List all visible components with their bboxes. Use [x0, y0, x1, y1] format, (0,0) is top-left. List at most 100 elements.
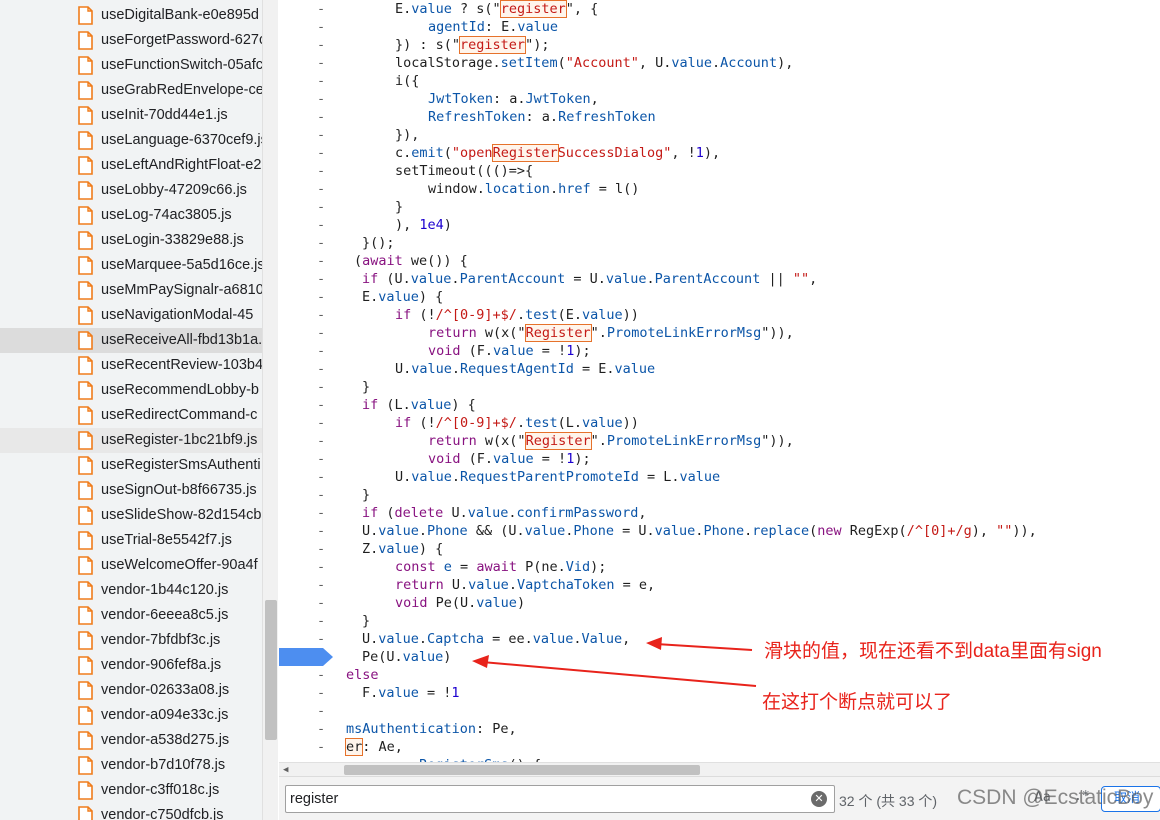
code-line[interactable]: }) : s("register"); [279, 36, 1160, 54]
file-item[interactable]: vendor-a094e33c.js [0, 703, 262, 728]
file-item[interactable]: useLanguage-6370cef9.js [0, 128, 262, 153]
file-tree-scrollbar-thumb[interactable] [265, 600, 277, 740]
file-item[interactable]: vendor-a538d275.js [0, 728, 262, 753]
file-item[interactable]: useMmPaySignalr-a6810 [0, 278, 262, 303]
code-line[interactable]: U.value.RequestParentPromoteId = L.value [279, 468, 1160, 486]
code-line[interactable]: er: Ae, [279, 738, 1160, 756]
code-line[interactable]: U.value.Captcha = ee.value.Value, [279, 630, 1160, 648]
file-icon [78, 231, 93, 250]
code-token: "" [792, 271, 810, 287]
file-item[interactable]: useRecentReview-103b4 [0, 353, 262, 378]
file-item[interactable]: vendor-6eeea8c5.js [0, 603, 262, 628]
file-item[interactable]: useSlideShow-82d154cb [0, 503, 262, 528]
code-line[interactable]: F.value = !1 [279, 684, 1160, 702]
code-line[interactable]: agentId: E.value [279, 18, 1160, 36]
code-line[interactable]: } [279, 486, 1160, 504]
code-token: value [679, 469, 721, 485]
code-line[interactable]: RefreshToken: a.RefreshToken [279, 108, 1160, 126]
code-line[interactable]: U.value.Phone && (U.value.Phone = U.valu… [279, 522, 1160, 540]
file-item[interactable]: useRedirectCommand-c [0, 403, 262, 428]
file-item[interactable]: useLeftAndRightFloat-e2 [0, 153, 262, 178]
code-line[interactable]: setTimeout((()=>{ [279, 162, 1160, 180]
file-tree-scrollbar[interactable] [262, 0, 278, 820]
file-item[interactable]: useRegisterSmsAuthenti [0, 453, 262, 478]
file-name: useLogin-33829e88.js [101, 232, 244, 248]
code-content[interactable]: E.value ? s("register", {agentId: E.valu… [279, 0, 1160, 762]
code-line[interactable]: return w(x("Register".PromoteLinkErrorMs… [279, 432, 1160, 450]
code-line[interactable]: } [279, 612, 1160, 630]
file-item[interactable]: vendor-c750dfcb.js [0, 803, 262, 820]
clear-search-icon[interactable]: ✕ [811, 791, 827, 807]
file-item[interactable]: useLogin-33829e88.js [0, 228, 262, 253]
code-line[interactable]: localStorage.setItem("Account", U.value.… [279, 54, 1160, 72]
code-line[interactable]: Z.value) { [279, 540, 1160, 558]
code-editor[interactable]: ----------------------------------------… [279, 0, 1160, 762]
file-item[interactable]: vendor-02633a08.js [0, 678, 262, 703]
file-item[interactable]: vendor-7bfdbf3c.js [0, 628, 262, 653]
code-line[interactable]: void (F.value = !1); [279, 450, 1160, 468]
horizontal-scrollbar-thumb[interactable] [344, 765, 700, 775]
search-input[interactable]: register [285, 785, 835, 813]
code-line[interactable]: if (!/^[0-9]+$/.test(L.value)) [279, 414, 1160, 432]
code-line[interactable]: return w(x("Register".PromoteLinkErrorMs… [279, 324, 1160, 342]
code-line[interactable]: }(); [279, 234, 1160, 252]
file-item[interactable]: vendor-b7d10f78.js [0, 753, 262, 778]
file-item[interactable]: useLobby-47209c66.js [0, 178, 262, 203]
code-token: : a. [493, 91, 526, 107]
code-line[interactable]: }), [279, 126, 1160, 144]
horizontal-scrollbar[interactable]: ◀ [279, 762, 1160, 776]
code-token: Vid [565, 559, 591, 575]
file-item[interactable]: useWelcomeOffer-90a4f [0, 553, 262, 578]
file-item[interactable]: useForgetPassword-627c [0, 28, 262, 53]
code-line[interactable]: E.value) { [279, 288, 1160, 306]
code-line[interactable]: i({ [279, 72, 1160, 90]
file-item[interactable]: vendor-906fef8a.js [0, 653, 262, 678]
code-token: }) : s(" [395, 37, 461, 53]
file-name: useMarquee-5a5d16ce.js [101, 257, 262, 273]
file-item[interactable]: useNavigationModal-45 [0, 303, 262, 328]
code-line[interactable]: if (delete U.value.confirmPassword, [279, 504, 1160, 522]
breakpoint-marker[interactable] [279, 648, 333, 666]
code-line[interactable] [279, 702, 1160, 720]
code-line[interactable]: c.emit("openRegisterSuccessDialog", !1), [279, 144, 1160, 162]
code-line[interactable]: void Pe(U.value) [279, 594, 1160, 612]
code-line[interactable]: msAuthentication: Pe, [279, 720, 1160, 738]
code-token: value [410, 271, 452, 287]
file-item[interactable]: useInit-70dd44e1.js [0, 103, 262, 128]
code-line[interactable]: const e = await P(ne.Vid); [279, 558, 1160, 576]
code-line[interactable]: U.value.RequestAgentId = E.value [279, 360, 1160, 378]
file-item[interactable]: useSignOut-b8f66735.js [0, 478, 262, 503]
code-line[interactable]: E.value ? s("register", { [279, 0, 1160, 18]
code-line[interactable]: if (U.value.ParentAccount = U.value.Pare… [279, 270, 1160, 288]
file-item[interactable]: useTrial-8e5542f7.js [0, 528, 262, 553]
file-item[interactable]: useLog-74ac3805.js [0, 203, 262, 228]
code-line[interactable]: JwtToken: a.JwtToken, [279, 90, 1160, 108]
file-item[interactable]: useRecommendLobby-b [0, 378, 262, 403]
code-token: if [395, 307, 412, 323]
code-line[interactable]: (await we()) { [279, 252, 1160, 270]
file-name: vendor-a538d275.js [101, 732, 230, 748]
code-line[interactable]: else [279, 666, 1160, 684]
code-line[interactable]: } [279, 378, 1160, 396]
file-item[interactable]: vendor-1b44c120.js [0, 578, 262, 603]
code-line[interactable]: if (L.value) { [279, 396, 1160, 414]
file-item[interactable]: useMarquee-5a5d16ce.js [0, 253, 262, 278]
code-line[interactable]: Pe(U.value) [279, 648, 1160, 666]
file-item[interactable]: useFunctionSwitch-05afc [0, 53, 262, 78]
file-item[interactable]: useDigitalBank-e0e895d [0, 3, 262, 28]
code-line[interactable]: } [279, 198, 1160, 216]
code-line[interactable]: void (F.value = !1); [279, 342, 1160, 360]
code-line[interactable]: ), 1e4) [279, 216, 1160, 234]
file-item[interactable]: vendor-c3ff018c.js [0, 778, 262, 803]
code-line[interactable]: window.location.href = l() [279, 180, 1160, 198]
code-line[interactable]: return U.value.VaptchaToken = e, [279, 576, 1160, 594]
code-token: = E. [573, 361, 615, 377]
file-item[interactable]: useRegister-1bc21bf9.js [0, 428, 262, 453]
file-item[interactable]: useGrabRedEnvelope-ce [0, 78, 262, 103]
scroll-left-arrow-icon[interactable]: ◀ [283, 765, 288, 775]
code-line[interactable]: if (!/^[0-9]+$/.test(E.value)) [279, 306, 1160, 324]
code-token: , [590, 91, 599, 107]
code-token: (L. [557, 415, 582, 431]
code-text: void Pe(U.value) [395, 594, 525, 612]
file-item[interactable]: useReceiveAll-fbd13b1a. [0, 328, 262, 353]
